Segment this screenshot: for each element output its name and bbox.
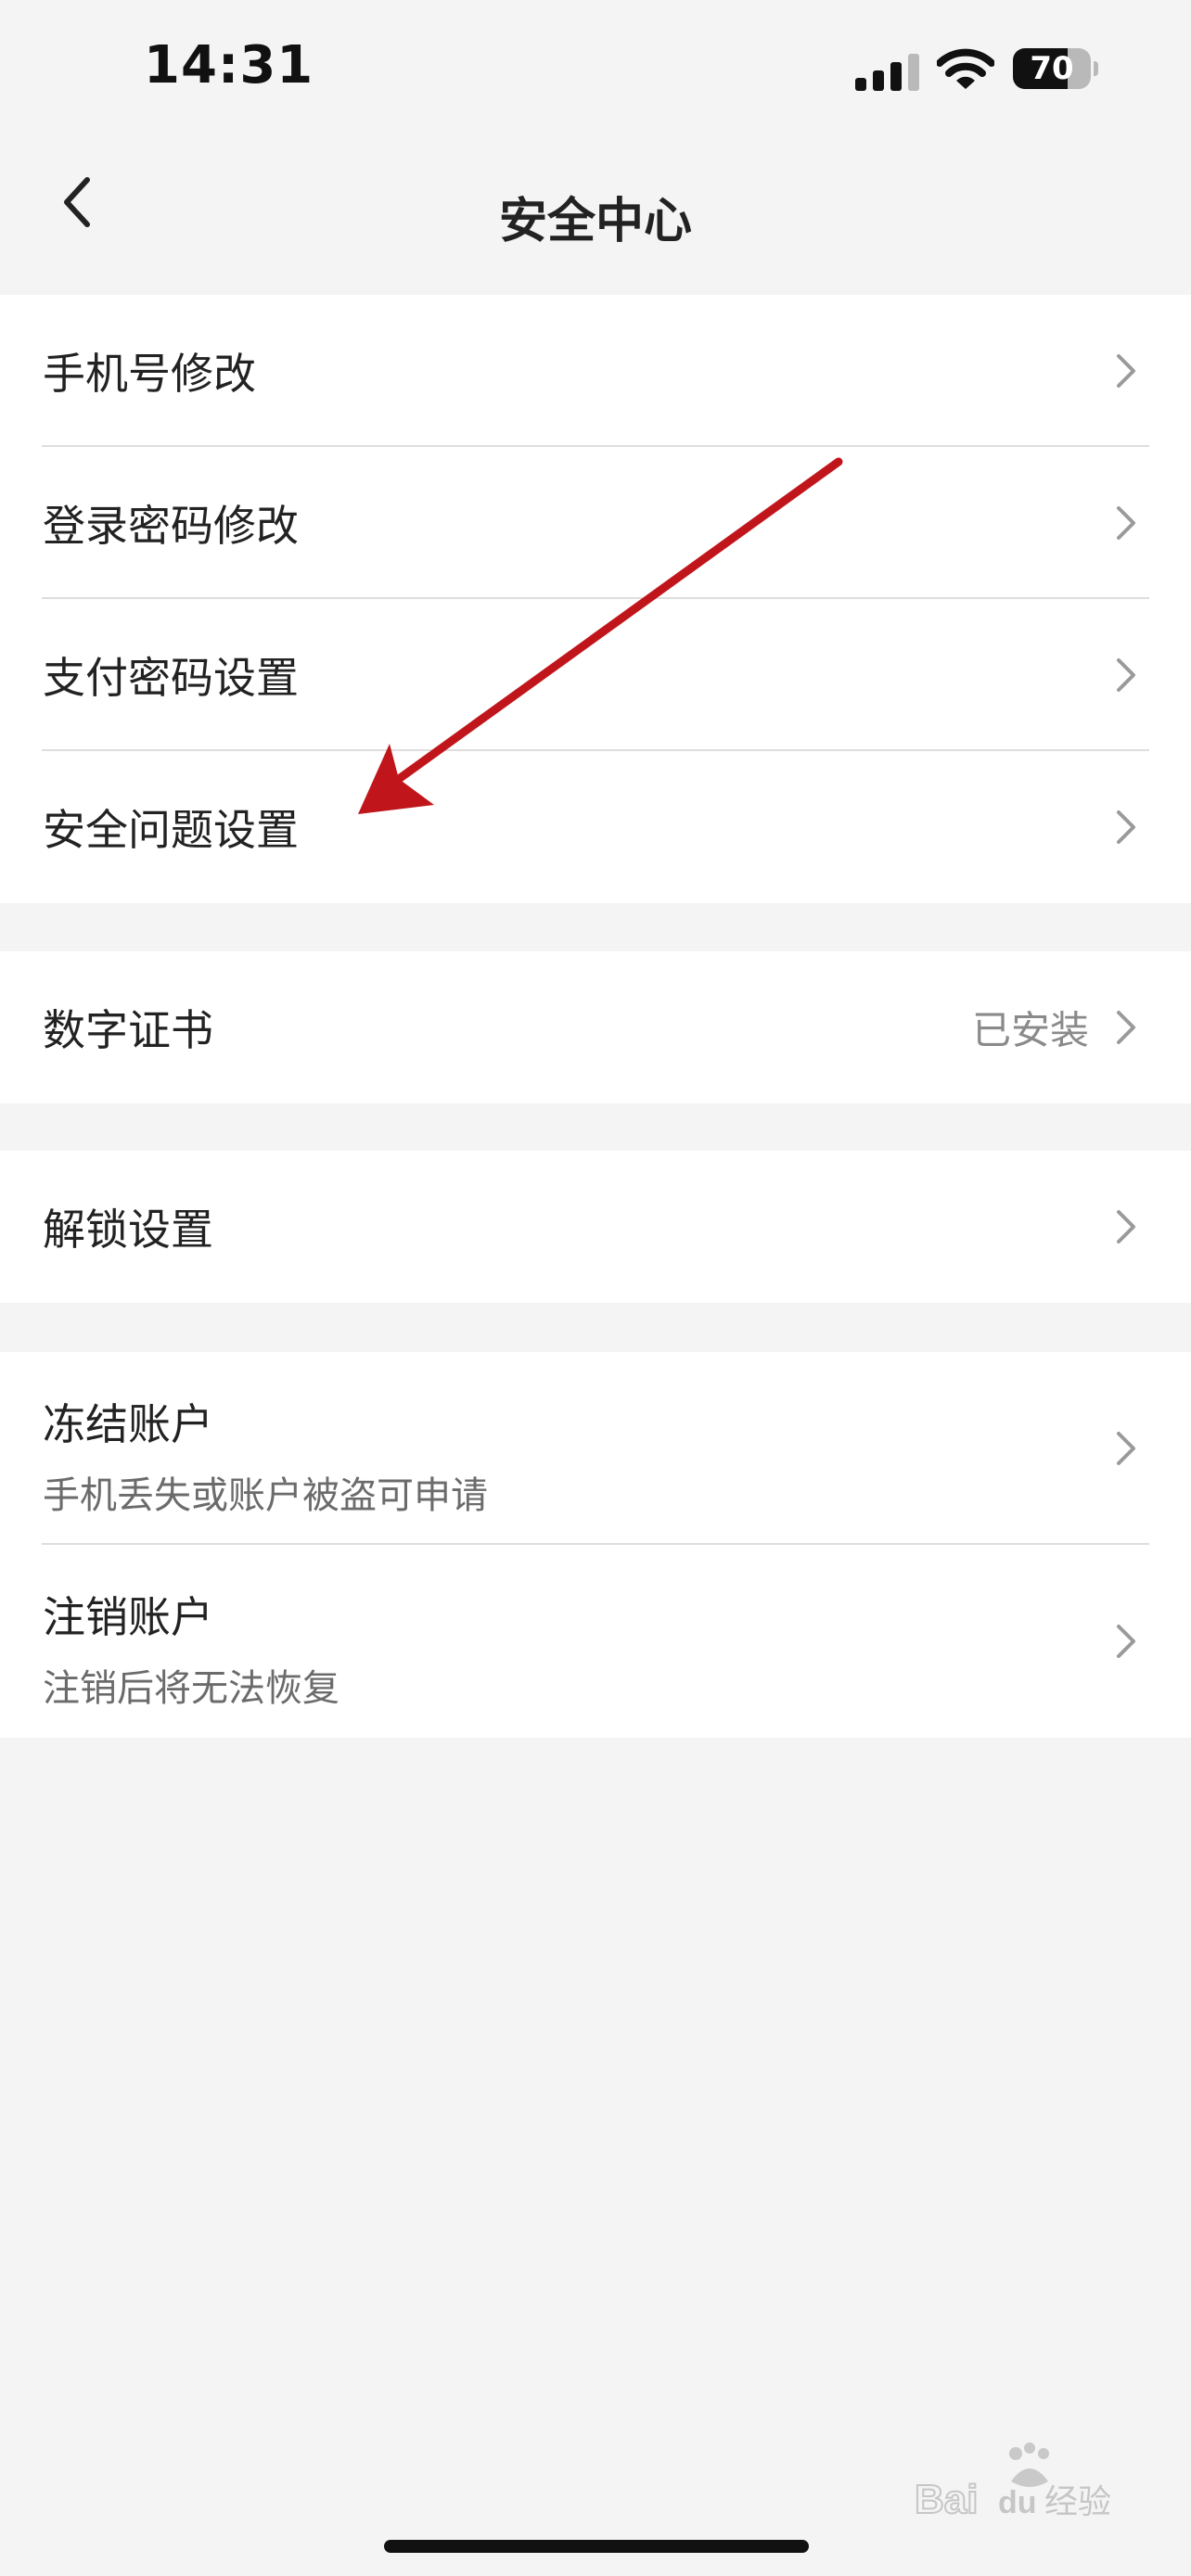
row-subtitle: 注销后将无法恢复 (43, 1667, 339, 1710)
chevron-right-icon (1117, 1210, 1135, 1243)
row-label: 数字证书 (43, 1005, 213, 1055)
battery-icon: 70 (1013, 48, 1098, 91)
certificate-group: 数字证书 已安装 (0, 951, 1191, 1103)
unlock-settings-item[interactable]: 解锁设置 (0, 1151, 1191, 1303)
row-label: 注销账户 (43, 1592, 213, 1642)
chevron-right-icon (1117, 506, 1135, 540)
chevron-right-icon (1117, 1011, 1135, 1044)
row-subtitle: 手机丢失或账户被盗可申请 (43, 1474, 488, 1517)
battery-level: 70 (1030, 50, 1074, 87)
chevron-right-icon (1117, 1432, 1135, 1465)
row-label: 解锁设置 (43, 1205, 213, 1255)
chevron-right-icon (1117, 1625, 1135, 1658)
close-account-item[interactable]: 注销账户 注销后将无法恢复 (0, 1545, 1191, 1738)
security-question-item[interactable]: 安全问题设置 (0, 751, 1191, 903)
baidu-watermark-logo: Bai du 经验 (914, 2442, 1111, 2522)
login-password-change-item[interactable]: 登录密码修改 (0, 447, 1191, 599)
account-security-group: 手机号修改 登录密码修改 支付密码设置 安全问题设置 (0, 295, 1191, 903)
svg-text:du: du (998, 2485, 1037, 2520)
svg-text:经验: 经验 (1044, 2483, 1111, 2521)
unlock-group: 解锁设置 (0, 1151, 1191, 1303)
chevron-right-icon (1117, 810, 1135, 844)
account-actions-group: 冻结账户 手机丢失或账户被盗可申请 注销账户 注销后将无法恢复 (0, 1352, 1191, 1738)
certificate-status: 已安装 (971, 1007, 1089, 1053)
cellular-signal-icon (855, 54, 919, 91)
row-label: 手机号修改 (43, 349, 256, 399)
row-label: 安全问题设置 (43, 805, 299, 855)
status-time: 14:31 (144, 35, 314, 96)
row-label: 登录密码修改 (43, 501, 299, 551)
home-indicator (384, 2540, 809, 2553)
row-label: 冻结账户 (43, 1399, 213, 1449)
svg-text:Bai: Bai (915, 2477, 978, 2522)
wifi-icon (937, 48, 994, 89)
row-label: 支付密码设置 (43, 653, 299, 703)
nav-bar: 安全中心 (0, 139, 1191, 278)
chevron-right-icon (1117, 658, 1135, 692)
page-title: 安全中心 (498, 194, 692, 249)
freeze-account-item[interactable]: 冻结账户 手机丢失或账户被盗可申请 (0, 1352, 1191, 1545)
payment-password-item[interactable]: 支付密码设置 (0, 599, 1191, 751)
status-bar: 14:31 70 (0, 0, 1191, 139)
chevron-right-icon (1117, 354, 1135, 388)
digital-certificate-item[interactable]: 数字证书 已安装 (0, 951, 1191, 1103)
phone-number-change-item[interactable]: 手机号修改 (0, 295, 1191, 447)
